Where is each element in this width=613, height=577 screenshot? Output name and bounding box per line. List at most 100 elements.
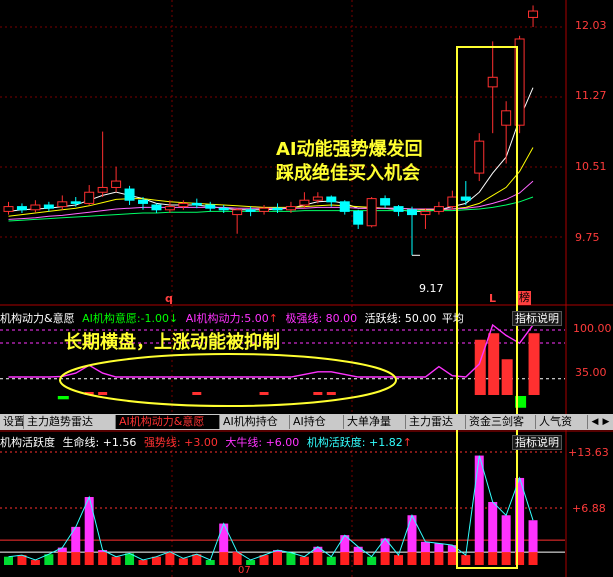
candle-body: [407, 209, 417, 216]
l-marker: L: [489, 292, 497, 305]
ai-power-bar: [192, 392, 202, 395]
candle-body: [312, 196, 323, 201]
activity-bar: [4, 556, 13, 565]
candle-body: [164, 206, 175, 211]
activity-bar: [528, 520, 538, 553]
panel1-header: 机构动力&意愿 AI机构意愿:-1.00↓ AI机构动力:5.00↑ 极强线: …: [0, 312, 464, 326]
activity-bar: [380, 538, 390, 553]
panel2-header: 机构活跃度 生命线: +1.56 强势线: +3.00 大牛线: +6.00 机…: [0, 436, 412, 450]
candle-body: [487, 76, 498, 88]
activity-base-bar: [71, 552, 81, 565]
panel1-title: 机构动力&意愿: [0, 312, 75, 325]
down-arrow-icon: ↓: [169, 312, 179, 325]
tab-popularity[interactable]: 人气资: [536, 415, 588, 429]
candle-body: [151, 204, 162, 211]
activity-base-bar: [447, 552, 457, 565]
tab-ai-power-will[interactable]: AI机构动力&意愿: [116, 415, 220, 429]
candle-body: [433, 206, 444, 212]
tab-capital-trio[interactable]: 资金三剑客: [466, 415, 536, 429]
panel2-title: 机构活跃度: [0, 436, 55, 449]
activity-bar: [84, 497, 94, 553]
ai-will-value: -1.00: [140, 312, 170, 325]
activity-bar: [57, 547, 67, 553]
tab-main-radar[interactable]: 主力雷达: [406, 415, 466, 429]
activity-bar: [488, 501, 498, 553]
tab-big-order[interactable]: 大单净量: [344, 415, 406, 429]
tab-settings[interactable]: 设置: [0, 415, 24, 429]
candle-body: [380, 198, 391, 206]
activity-base-bar: [501, 552, 511, 565]
low-price-marker: 9.17: [419, 282, 444, 295]
activity-bar: [138, 560, 148, 565]
candle-body: [353, 210, 364, 225]
activity-bar: [111, 556, 121, 565]
candle-body: [84, 191, 95, 204]
activity-base-bar: [434, 552, 444, 565]
price-axis-label: 10.51: [575, 160, 607, 173]
candle-body: [245, 209, 256, 212]
activity-bar: [286, 552, 296, 565]
bull-line-label: 大牛线:: [225, 436, 263, 449]
activity-bar: [447, 545, 457, 553]
activity-bar: [420, 541, 430, 553]
strong-trend-label: 强势线:: [143, 436, 181, 449]
activity-bar: [461, 555, 471, 565]
candle-body: [474, 140, 485, 174]
candle-body: [111, 180, 122, 188]
candle-body: [299, 199, 310, 206]
price-axis-label: 9.75: [575, 231, 600, 244]
tab-main-trend-radar[interactable]: 主力趋势雷达: [24, 415, 116, 429]
date-label: 07: [238, 565, 251, 576]
candle-body: [339, 201, 350, 212]
q-marker: q: [165, 292, 173, 305]
annotation-shapes: [59, 46, 518, 569]
ai-will-label: AI机构意愿:: [82, 312, 141, 325]
panel1-axis-label: 100.00: [573, 322, 612, 335]
panel1-explain-button[interactable]: 指标说明: [512, 311, 562, 326]
indicator-tab-bar: 设置 主力趋势雷达 AI机构动力&意愿 AI机构持仓 AI持仓 大单净量 主力雷…: [0, 414, 613, 430]
activity-base-bar: [474, 552, 484, 565]
activity-label: 机构活跃度:: [306, 436, 366, 449]
candle-body: [272, 207, 283, 211]
activity-base-bar: [353, 552, 363, 565]
candle-body: [70, 201, 81, 204]
activity-bar: [205, 560, 215, 565]
candle-body: [393, 206, 404, 212]
activity-bar: [367, 556, 377, 565]
life-line-value: +1.56: [102, 436, 137, 449]
activity-panel: [0, 451, 565, 565]
price-axis-label: 11.27: [575, 89, 607, 102]
activity-bar: [30, 560, 40, 565]
tab-ai-position[interactable]: AI持仓: [290, 415, 344, 429]
ai-power-bar: [98, 392, 108, 395]
ai-power-value: 5.00: [244, 312, 269, 325]
activity-bar: [178, 558, 188, 565]
tab-next-icon[interactable]: ▶: [601, 415, 611, 429]
activity-bar: [219, 523, 229, 553]
ai-power-bar: [528, 333, 540, 395]
ai-annotation-line2: 踩成绝佳买入机会: [276, 163, 420, 184]
activity-base-bar: [219, 552, 229, 565]
candle-body: [3, 206, 14, 212]
activity-bar: [501, 515, 511, 553]
activity-base-bar: [273, 552, 282, 565]
activity-base-bar: [420, 552, 430, 565]
tab-prev-icon[interactable]: ◀: [590, 415, 600, 429]
activity-base-bar: [98, 552, 108, 565]
tab-ai-holdings[interactable]: AI机构持仓: [220, 415, 290, 429]
candle-body: [205, 204, 216, 209]
candle-body: [138, 199, 148, 204]
activity-base-bar: [313, 552, 323, 565]
activity-bar: [326, 556, 336, 565]
panel2-axis-label: +6.88: [572, 502, 606, 515]
bang-marker[interactable]: 榜: [518, 291, 531, 305]
candle-body: [232, 209, 243, 216]
panel2-explain-button[interactable]: 指标说明: [512, 435, 562, 450]
activity-bar: [299, 556, 309, 565]
ai-power-bar: [326, 392, 336, 395]
up-arrow-icon: ↑: [268, 312, 278, 325]
activity-base-bar: [528, 552, 538, 565]
candle-body: [501, 110, 512, 126]
activity-base-bar: [57, 552, 67, 565]
activity-base-bar: [488, 552, 498, 565]
